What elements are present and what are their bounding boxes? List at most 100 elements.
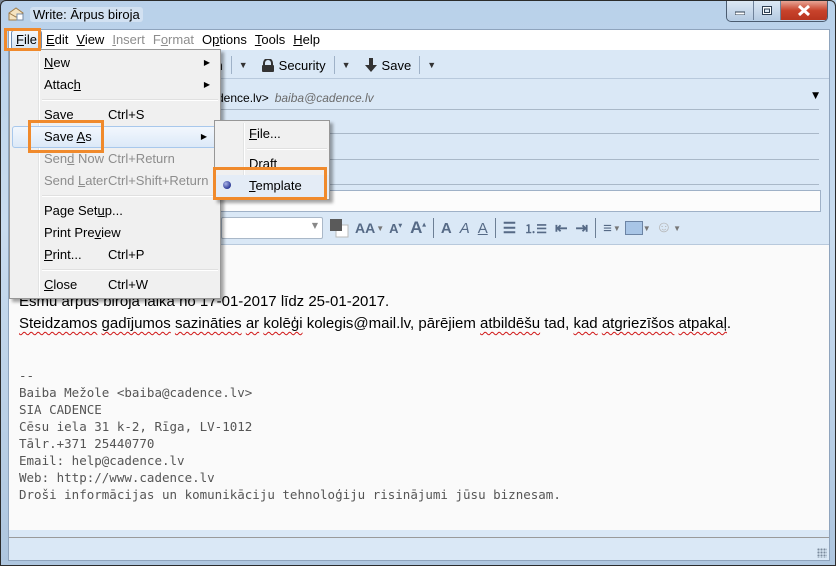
compose-envelope-icon: [8, 7, 24, 21]
menu-item-send-later[interactable]: Send Later Ctrl+Shift+Return: [10, 170, 220, 192]
save-dropdown-icon[interactable]: ▼: [424, 60, 439, 70]
menu-separator: [42, 99, 218, 101]
submenu-arrow-icon: ▶: [203, 58, 210, 67]
menu-shortcut: Ctrl+W: [108, 277, 149, 292]
outdent-icon[interactable]: ⇤: [555, 219, 568, 237]
insert-image-icon[interactable]: [624, 221, 643, 235]
smaller-text-icon[interactable]: A▾: [389, 221, 402, 236]
menu-shortcut: Ctrl+S: [108, 107, 145, 122]
security-dropdown-icon[interactable]: ▼: [339, 60, 354, 70]
submenu-arrow-icon: ▶: [203, 80, 210, 89]
misspelled-word[interactable]: kad: [573, 315, 597, 332]
signature-line: Web: http://www.cadence.lv: [19, 470, 215, 485]
menu-separator: [42, 269, 218, 271]
save-arrow-icon: [364, 58, 377, 72]
signature-line: Email: help@cadence.lv: [19, 453, 185, 468]
menu-item-print-preview[interactable]: Print Preview: [10, 222, 220, 244]
menu-tools[interactable]: Tools: [251, 31, 289, 49]
menu-item-save-as-file[interactable]: File...: [215, 123, 329, 145]
misspelled-word[interactable]: ar: [246, 315, 259, 332]
file-menu: New ▶ Attach ▶ Save Ctrl+S Save As ▶ Send No…: [9, 49, 221, 299]
body-text: kolegis@mail.lv, pārējiem: [306, 315, 476, 332]
menu-item-attach[interactable]: Attach ▶: [10, 74, 220, 96]
close-button[interactable]: [781, 1, 827, 20]
menu-item-print[interactable]: Print... Ctrl+P: [10, 244, 220, 266]
body-line-2: Steidzamos gadījumos sazināties ar kolēģ…: [19, 315, 731, 332]
align-icon[interactable]: ≡: [603, 220, 612, 237]
misspelled-word[interactable]: gadījumos: [102, 315, 171, 332]
bullet-list-icon[interactable]: ☰: [503, 219, 516, 237]
indent-icon[interactable]: ⇥: [576, 219, 589, 237]
menu-view[interactable]: View: [72, 31, 108, 49]
menu-edit[interactable]: Edit: [42, 31, 72, 49]
misspelled-word[interactable]: atbildēšu: [480, 315, 540, 332]
menu-item-page-setup[interactable]: Page Setup...: [10, 200, 220, 222]
smiley-icon[interactable]: ☺: [656, 219, 672, 237]
menu-options[interactable]: Options: [198, 31, 251, 49]
chevron-down-icon: ▼: [311, 221, 318, 230]
body-text: .: [726, 315, 732, 332]
resize-grip[interactable]: [817, 548, 827, 558]
misspelled-word[interactable]: sazināties: [175, 315, 242, 332]
misspelled-word[interactable]: atgriezīšos: [602, 315, 675, 332]
from-dropdown-icon[interactable]: ▼: [812, 91, 819, 101]
save-button[interactable]: Save: [360, 54, 416, 76]
signature-line: Tālr.+371 25440770: [19, 436, 155, 451]
maximize-button[interactable]: [754, 1, 781, 20]
signature-line: Baiba Mežole <baiba@cadence.lv>: [19, 385, 253, 400]
submenu-arrow-icon: ▶: [200, 132, 207, 141]
menu-separator: [247, 148, 327, 150]
maximize-icon: [762, 6, 772, 15]
misspelled-word[interactable]: kolēģi: [263, 315, 302, 332]
italic-icon[interactable]: A: [460, 220, 470, 237]
attach-dropdown-icon[interactable]: ▼: [236, 60, 251, 70]
minimize-button[interactable]: [727, 1, 754, 20]
security-label: Security: [278, 57, 326, 73]
font-size-dropdown-icon[interactable]: ▼: [376, 224, 384, 233]
highlight-save-as: [28, 120, 104, 153]
smiley-dropdown-icon[interactable]: ▼: [673, 224, 681, 233]
security-button[interactable]: Security: [257, 54, 330, 76]
window-title: Write: Ārpus biroja: [30, 7, 143, 22]
menu-bar: File Edit View Insert Format Options Too…: [9, 30, 829, 50]
format-separator: [494, 218, 496, 238]
from-field[interactable]: dence.lv> baiba@cadence.lv: [217, 91, 374, 105]
larger-text-icon[interactable]: A▴: [410, 218, 426, 238]
misspelled-word[interactable]: atpakaļ: [679, 315, 727, 332]
body-text: tad,: [544, 315, 570, 332]
font-size-icon[interactable]: AA: [355, 220, 375, 236]
toolbar-separator: [333, 56, 335, 74]
format-separator: [595, 218, 597, 238]
save-label: Save: [381, 57, 412, 73]
menu-shortcut: Ctrl+Shift+Return: [108, 173, 209, 188]
menu-item-close[interactable]: Close Ctrl+W: [10, 274, 220, 296]
from-address: dence.lv>: [217, 91, 269, 105]
insert-dropdown-icon[interactable]: ▼: [643, 224, 651, 233]
close-icon: [797, 5, 811, 16]
menu-format[interactable]: Format: [149, 31, 198, 49]
title-bar: Write: Ārpus biroja: [1, 1, 835, 29]
from-identity: baiba@cadence.lv: [274, 91, 374, 105]
align-dropdown-icon[interactable]: ▼: [613, 224, 621, 233]
signature-line: Cēsu iela 31 k-2, Rīga, LV-1012: [19, 419, 253, 434]
menu-item-new[interactable]: New ▶: [10, 52, 220, 74]
highlight-file-menu: [4, 28, 41, 51]
toolbar-separator: [419, 56, 421, 74]
signature-block: -- Baiba Mežole <baiba@cadence.lv> SIA CAD…: [19, 367, 561, 503]
bold-icon[interactable]: A: [441, 220, 452, 237]
paragraph-format-select[interactable]: ▼: [221, 217, 323, 239]
text-color-icon[interactable]: [329, 218, 351, 238]
lock-icon: [261, 58, 274, 72]
minimize-icon: [735, 11, 745, 15]
misspelled-word[interactable]: Steidzamos: [19, 315, 97, 332]
toolbar-separator: [230, 56, 232, 74]
menu-insert[interactable]: Insert: [108, 31, 149, 49]
menu-shortcut: Ctrl+P: [108, 247, 145, 262]
signature-line: Droši informācijas un komunikāciju tehno…: [19, 487, 561, 502]
menu-shortcut: Ctrl+Return: [108, 151, 175, 166]
menu-help[interactable]: Help: [289, 31, 324, 49]
format-separator: [432, 218, 434, 238]
menu-separator: [42, 195, 218, 197]
numbered-list-icon[interactable]: ⒈☰: [524, 220, 547, 237]
underline-icon[interactable]: A: [478, 220, 488, 237]
